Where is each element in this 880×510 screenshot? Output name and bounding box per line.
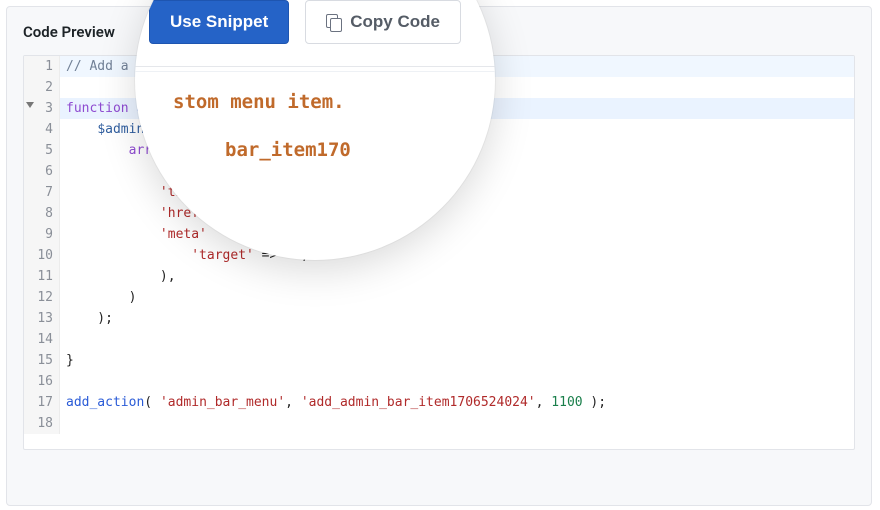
line-number: 16 [24, 371, 60, 392]
code-line[interactable]: 11 ), [24, 266, 854, 287]
copy-code-label: Copy Code [350, 12, 440, 32]
zoom-line-1: stom menu item. [173, 78, 495, 126]
line-number: 2 [24, 77, 60, 98]
code-line[interactable]: 18 [24, 413, 854, 434]
line-number: 6 [24, 161, 60, 182]
line-number: 1 [24, 56, 60, 77]
code-content: ); [60, 308, 113, 329]
code-content: add_action( 'admin_bar_menu', 'add_admin… [60, 392, 606, 413]
code-content: } [60, 350, 74, 371]
code-line[interactable]: 12 ) [24, 287, 854, 308]
line-number: 15 [24, 350, 60, 371]
line-number: 8 [24, 203, 60, 224]
copy-code-button[interactable]: Copy Code [305, 0, 461, 44]
copy-icon [326, 14, 342, 30]
code-content [60, 77, 66, 98]
line-number: 17 [24, 392, 60, 413]
code-content: // Add a [60, 56, 136, 77]
code-line[interactable]: 14 [24, 329, 854, 350]
code-content [60, 329, 66, 350]
code-line[interactable]: 15} [24, 350, 854, 371]
use-snippet-button[interactable]: Use Snippet [149, 0, 289, 44]
line-number: 18 [24, 413, 60, 434]
line-number: 14 [24, 329, 60, 350]
fold-icon[interactable] [26, 102, 34, 108]
code-content [60, 371, 66, 392]
use-snippet-label: Use Snippet [170, 12, 268, 32]
line-number: 12 [24, 287, 60, 308]
code-line[interactable]: 17add_action( 'admin_bar_menu', 'add_adm… [24, 392, 854, 413]
code-line[interactable]: 16 [24, 371, 854, 392]
code-content [60, 413, 66, 434]
line-number: 11 [24, 266, 60, 287]
code-line[interactable]: 13 ); [24, 308, 854, 329]
line-number: 7 [24, 182, 60, 203]
code-content: ), [60, 266, 176, 287]
line-number: 4 [24, 119, 60, 140]
code-content: ) [60, 287, 136, 308]
line-number: 5 [24, 140, 60, 161]
line-number: 9 [24, 224, 60, 245]
line-number: 13 [24, 308, 60, 329]
magnifier-lens: Use Snippet Copy Code stom menu item. ba… [135, 0, 495, 260]
zoom-line-2: bar_item170 [173, 126, 495, 174]
line-number: 3 [24, 98, 60, 119]
line-number: 10 [24, 245, 60, 266]
